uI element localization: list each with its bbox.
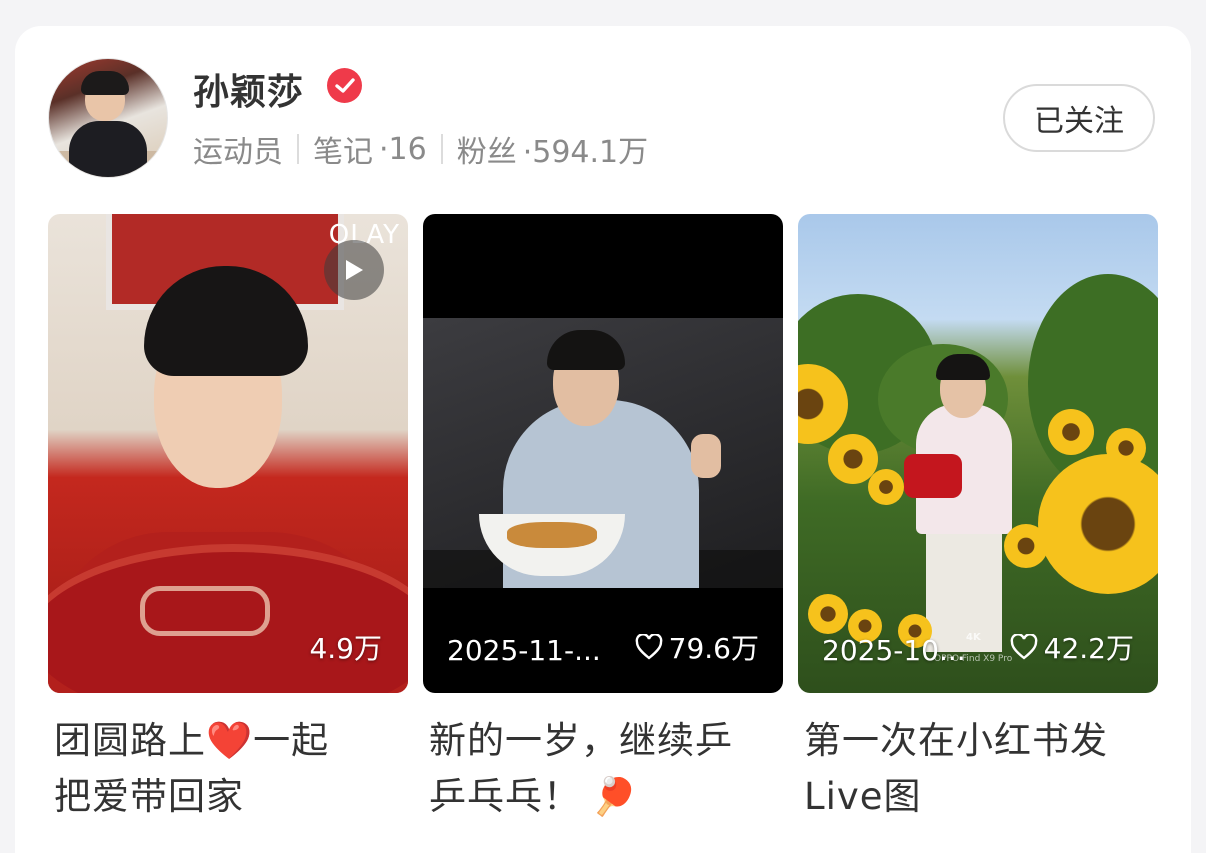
note-title[interactable]: 团圆路上❤️一起 把爱带回家 [48,713,408,825]
4k-badge: 4K [966,632,981,643]
like-stat: 42.2万 [1010,627,1134,667]
like-count: 79.6万 [668,632,759,665]
like-count: 42.2万 [1043,632,1134,665]
meta-divider [297,134,299,164]
post-date: 2025-11-... [447,634,601,667]
post-date: 2025-10... [822,634,966,667]
note-cover-1[interactable]: OLAY 4.9万 [48,214,408,693]
verified-badge-icon [327,68,362,103]
note-cover-2[interactable]: 2025-11-... 79.6万 [423,214,783,693]
note-card-1[interactable]: OLAY 4.9万 团圆路上❤️一起 把爱带回家 [48,214,408,825]
photo-area [423,318,783,588]
sunflower-shape [1048,409,1094,455]
knot-pattern [140,586,270,636]
profile-meta: 运动员 笔记 ·16 粉丝 ·594.1万 [193,127,648,171]
sunflower-shape [808,594,848,634]
play-icon[interactable] [324,240,384,300]
title-text: 团圆路上 [54,719,206,762]
profile-name[interactable]: 孙颖莎 [193,63,304,115]
noodle-shape [507,522,597,548]
profile-role: 运动员 [193,135,283,170]
watering-can-shape [904,454,962,498]
follow-button[interactable]: 已关注 [1003,84,1155,152]
note-card-2[interactable]: 2025-11-... 79.6万 新的一岁，继续乒 乒乓乓！ 🏓 [423,214,783,825]
heart-outline-icon[interactable] [1010,634,1038,660]
notes-label: 笔记 [313,135,373,170]
hair-shape [547,330,625,370]
heart-emoji-icon: ❤️ [206,719,254,762]
hair-shape [936,354,990,380]
sunflower-shape [868,469,904,505]
meta-divider [440,134,443,164]
ping-pong-emoji-icon: 🏓 [591,775,639,818]
note-card-3[interactable]: 4K OPPO Find X9 Pro 2025-10... 42.2万 第一次… [798,214,1158,825]
avatar[interactable] [48,58,168,178]
sunflower-shape [1004,524,1048,568]
title-text: 一起 [253,719,330,762]
title-text: 第一次在小红书发 [804,719,1108,762]
title-text: 把爱带回家 [54,775,244,818]
sunflower-shape [1038,454,1158,594]
title-text: Live图 [804,775,922,818]
title-text: 乒乓乓！ [429,775,581,818]
avatar-body [69,121,147,177]
title-text: 新的一岁，继续乒 [429,719,733,762]
note-cover-3[interactable]: 4K OPPO Find X9 Pro 2025-10... 42.2万 [798,214,1158,693]
heart-outline-icon[interactable] [635,634,663,660]
like-stat: 79.6万 [635,627,759,667]
note-title[interactable]: 第一次在小红书发 Live图 [798,713,1158,825]
note-title[interactable]: 新的一岁，继续乒 乒乓乓！ 🏓 [423,713,783,825]
fans-label: 粉丝 [456,135,517,170]
thumb-shape [691,434,721,478]
avatar-hair [81,71,129,95]
like-count: 4.9万 [309,632,382,665]
notes-count: ·16 [379,131,427,167]
fans-count: ·594.1万 [522,135,649,170]
